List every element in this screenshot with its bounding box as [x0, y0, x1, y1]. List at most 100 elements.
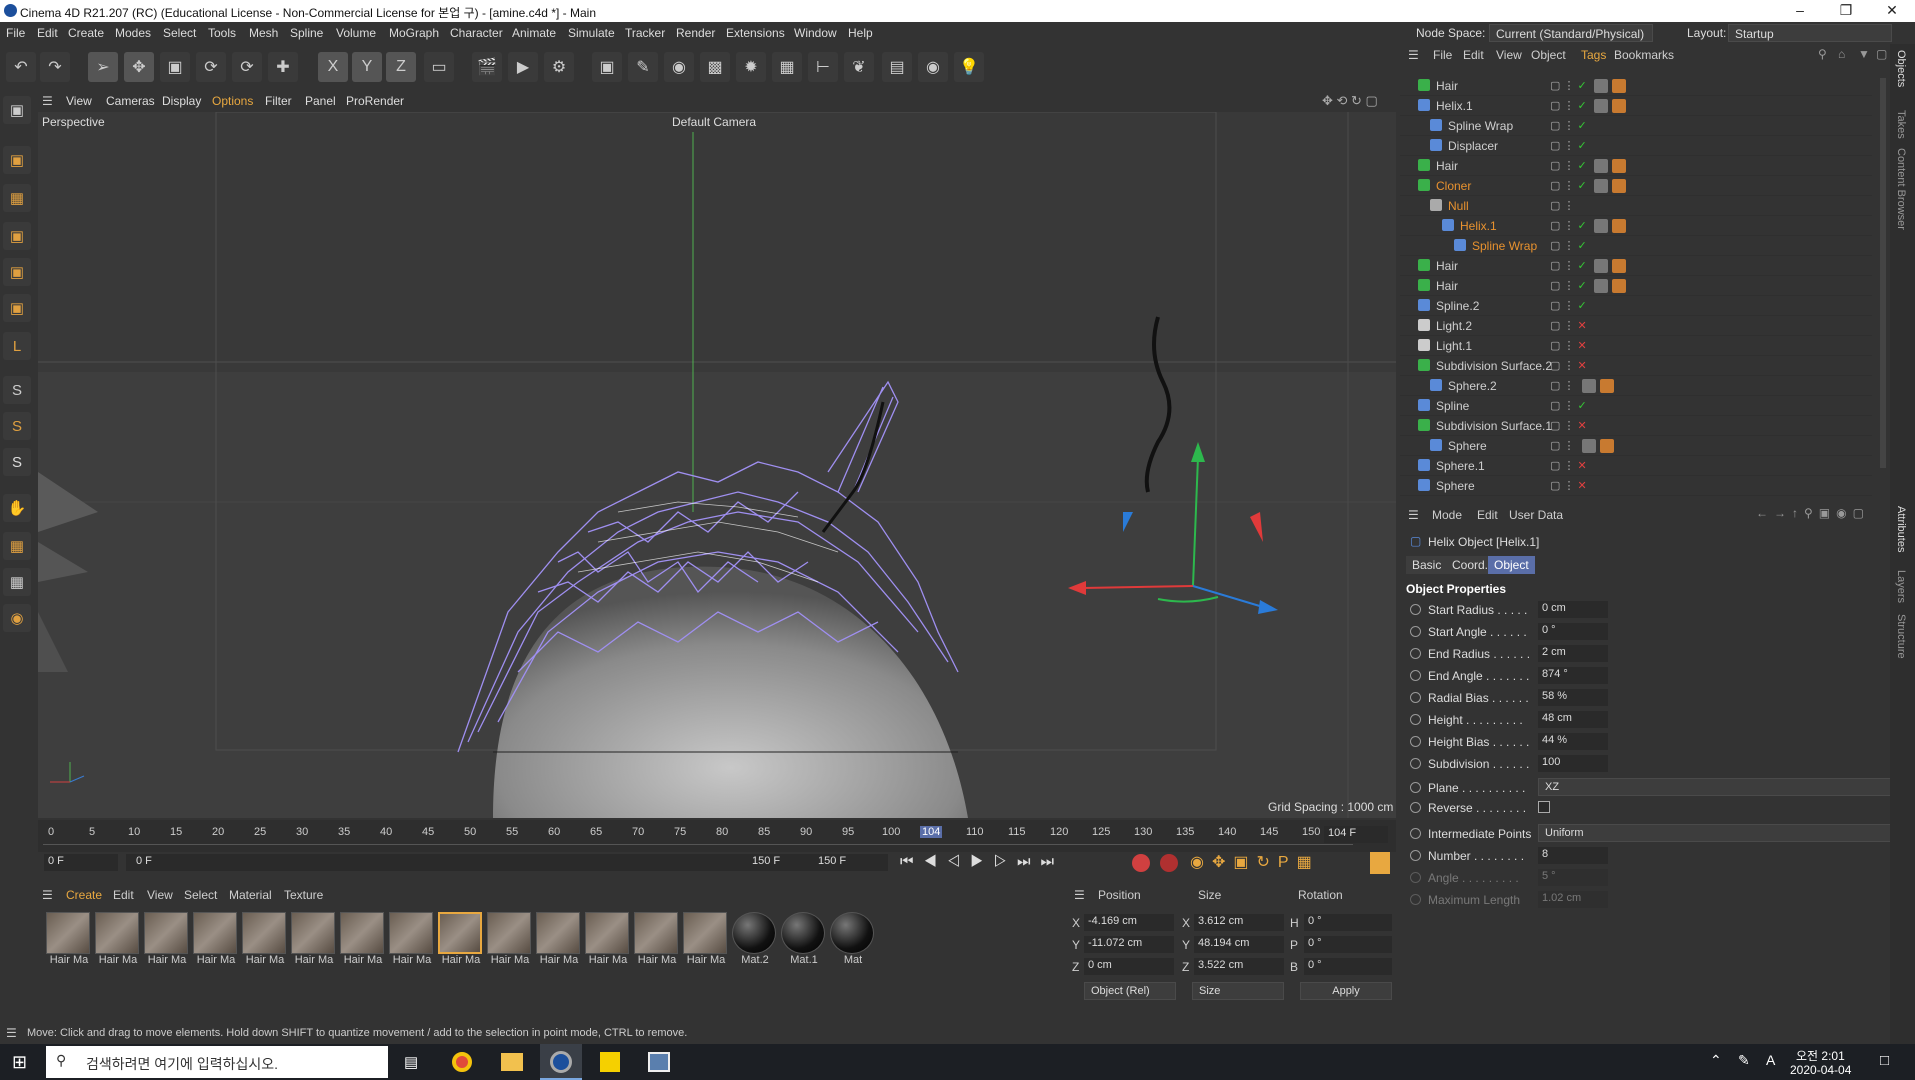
photos-icon[interactable] — [648, 1052, 670, 1072]
transport-controls[interactable]: ⏮◀◁▶▷⏭⏭ — [900, 853, 1064, 870]
minimize-button[interactable]: – — [1777, 0, 1823, 22]
notification-icon[interactable]: □ — [1880, 1052, 1889, 1069]
coordinate-system-icon[interactable]: ▭ — [424, 52, 454, 82]
material-swatch[interactable]: Mat — [830, 912, 876, 968]
rotate-tool-icon[interactable]: ⟳ — [196, 52, 226, 82]
material-swatch[interactable]: Hair Ma — [193, 912, 239, 968]
mat-menu-select[interactable]: Select — [184, 888, 217, 902]
object-name[interactable]: Hair — [1436, 159, 1458, 173]
size-z-field[interactable]: 3.522 cm — [1194, 958, 1284, 975]
object-name[interactable]: Subdivision Surface.2 — [1436, 359, 1552, 373]
object-flags[interactable]: ▢ ⋮ ✕ — [1550, 359, 1587, 372]
viewport-menu-filter[interactable]: Filter — [265, 94, 292, 108]
menu-help[interactable]: Help — [848, 26, 873, 40]
polygons-mode-icon[interactable]: ▣ — [3, 294, 31, 322]
hamburger-icon[interactable]: ☰ — [42, 888, 53, 902]
object-row[interactable]: Light.1 ▢ ⋮ ✕ — [1400, 336, 1872, 356]
object-name[interactable]: Spline.2 — [1436, 299, 1479, 313]
property-value-field[interactable]: 2 cm — [1538, 645, 1608, 662]
redo-icon[interactable]: ↷ — [40, 52, 70, 82]
size-mode-dropdown[interactable]: Size — [1192, 982, 1284, 1000]
new-window-icon[interactable]: ▢ — [1876, 47, 1887, 61]
material-swatch[interactable]: Hair Ma — [536, 912, 582, 968]
property-value-field[interactable]: 100 — [1538, 755, 1608, 772]
object-flags[interactable]: ▢ ⋮ ✕ — [1550, 479, 1587, 492]
menu-mograph[interactable]: MoGraph — [389, 26, 439, 40]
object-name[interactable]: Light.1 — [1436, 339, 1472, 353]
om-menu-bookmarks[interactable]: Bookmarks — [1614, 48, 1674, 62]
viewport-menu-prorender[interactable]: ProRender — [346, 94, 404, 108]
object-row[interactable]: Hair ▢ ⋮ ✓ — [1400, 276, 1872, 296]
material-swatch[interactable]: Hair Ma — [95, 912, 141, 968]
tab-object[interactable]: Object — [1488, 556, 1535, 574]
object-name[interactable]: Hair — [1436, 259, 1458, 273]
material-swatch[interactable]: Hair Ma — [340, 912, 386, 968]
extrude-icon[interactable]: ▩ — [700, 52, 730, 82]
apply-button[interactable]: Apply — [1300, 982, 1392, 1000]
snap-settings-icon[interactable]: S — [3, 412, 31, 440]
property-value-field[interactable]: 48 cm — [1538, 711, 1608, 728]
animate-toggle-icon[interactable] — [1410, 828, 1421, 839]
animate-toggle-icon[interactable] — [1410, 802, 1421, 813]
property-value-field[interactable]: 58 % — [1538, 689, 1608, 706]
menu-edit[interactable]: Edit — [37, 26, 58, 40]
floor-icon[interactable]: ▤ — [882, 52, 912, 82]
windows-start-icon[interactable]: ⊞ — [12, 1052, 27, 1073]
file-explorer-icon[interactable] — [501, 1053, 523, 1071]
y-axis-icon[interactable]: Y — [352, 52, 382, 82]
menu-mesh[interactable]: Mesh — [249, 26, 278, 40]
pen-icon[interactable]: ✎ — [628, 52, 658, 82]
object-flags[interactable]: ▢ ⋮ — [1550, 199, 1574, 212]
object-flags[interactable]: ▢ ⋮ ✓ — [1550, 159, 1626, 174]
z-axis-icon[interactable]: Z — [386, 52, 416, 82]
om-menu-view[interactable]: View — [1496, 48, 1522, 62]
object-row[interactable]: Subdivision Surface.1 ▢ ⋮ ✕ — [1400, 416, 1872, 436]
pen-tray-icon[interactable]: ✎ — [1738, 1052, 1750, 1069]
material-swatch[interactable]: Hair Ma — [585, 912, 631, 968]
object-name[interactable]: Hair — [1436, 279, 1458, 293]
material-swatch[interactable]: Hair Ma — [46, 912, 92, 968]
size-y-field[interactable]: 48.194 cm — [1194, 936, 1284, 953]
animate-toggle-icon[interactable] — [1410, 670, 1421, 681]
object-row[interactable]: Spline Wrap ▢ ⋮ ✓ — [1400, 116, 1872, 136]
hamburger-icon[interactable]: ☰ — [1074, 888, 1085, 902]
animate-toggle-icon[interactable] — [1410, 714, 1421, 725]
object-name[interactable]: Helix.1 — [1436, 99, 1473, 113]
filter-icon[interactable]: ▼ — [1858, 47, 1870, 61]
cloner-icon[interactable]: ✹ — [736, 52, 766, 82]
attr-menu-mode[interactable]: Mode — [1432, 508, 1462, 522]
material-swatch[interactable]: Mat.2 — [732, 912, 778, 968]
object-row[interactable]: Sphere.2 ▢ ⋮ — [1400, 376, 1872, 396]
taskbar-search-box[interactable]: ⚲ 검색하려면 여기에 입력하십시오. — [46, 1046, 388, 1078]
tab-coord[interactable]: Coord. — [1446, 556, 1495, 574]
menu-create[interactable]: Create — [68, 26, 104, 40]
viewport-menu-display[interactable]: Display — [162, 94, 201, 108]
search-icon[interactable]: ⚲ — [1818, 47, 1827, 61]
attr-nav-icons[interactable]: ←→↑⚲▣◉▢ — [1756, 506, 1870, 520]
menu-render[interactable]: Render — [676, 26, 715, 40]
property-value-field[interactable]: 0 cm — [1538, 601, 1608, 618]
render-view-icon[interactable]: 🎬 — [472, 52, 502, 82]
object-flags[interactable]: ▢ ⋮ ✓ — [1550, 299, 1587, 312]
sticky-notes-icon[interactable] — [600, 1052, 620, 1072]
property-value-field[interactable]: 44 % — [1538, 733, 1608, 750]
object-list-scrollbar[interactable] — [1880, 78, 1886, 468]
material-swatch[interactable]: Mat.1 — [781, 912, 827, 968]
light-icon[interactable]: 💡 — [954, 52, 984, 82]
home-icon[interactable]: ⌂ — [1838, 47, 1845, 61]
object-name[interactable]: Sphere.2 — [1448, 379, 1497, 393]
recent-tools-icon[interactable]: ⟳ — [232, 52, 262, 82]
object-row[interactable]: Cloner ▢ ⋮ ✓ — [1400, 176, 1872, 196]
hamburger-icon[interactable]: ☰ — [42, 94, 53, 108]
preview-range-slider[interactable]: 0 F 150 F — [126, 854, 826, 871]
menu-select[interactable]: Select — [163, 26, 196, 40]
object-name[interactable]: Sphere.1 — [1436, 459, 1485, 473]
object-flags[interactable]: ▢ ⋮ ✓ — [1550, 399, 1587, 412]
layout-dropdown[interactable]: Startup — [1728, 24, 1892, 42]
tab-content-browser[interactable]: Content Browser — [1895, 148, 1907, 230]
object-name[interactable]: Helix.1 — [1460, 219, 1497, 233]
attr-menu-edit[interactable]: Edit — [1477, 508, 1498, 522]
object-name[interactable]: Displacer — [1448, 139, 1498, 153]
object-flags[interactable]: ▢ ⋮ ✓ — [1550, 219, 1626, 234]
object-row[interactable]: Hair ▢ ⋮ ✓ — [1400, 76, 1872, 96]
